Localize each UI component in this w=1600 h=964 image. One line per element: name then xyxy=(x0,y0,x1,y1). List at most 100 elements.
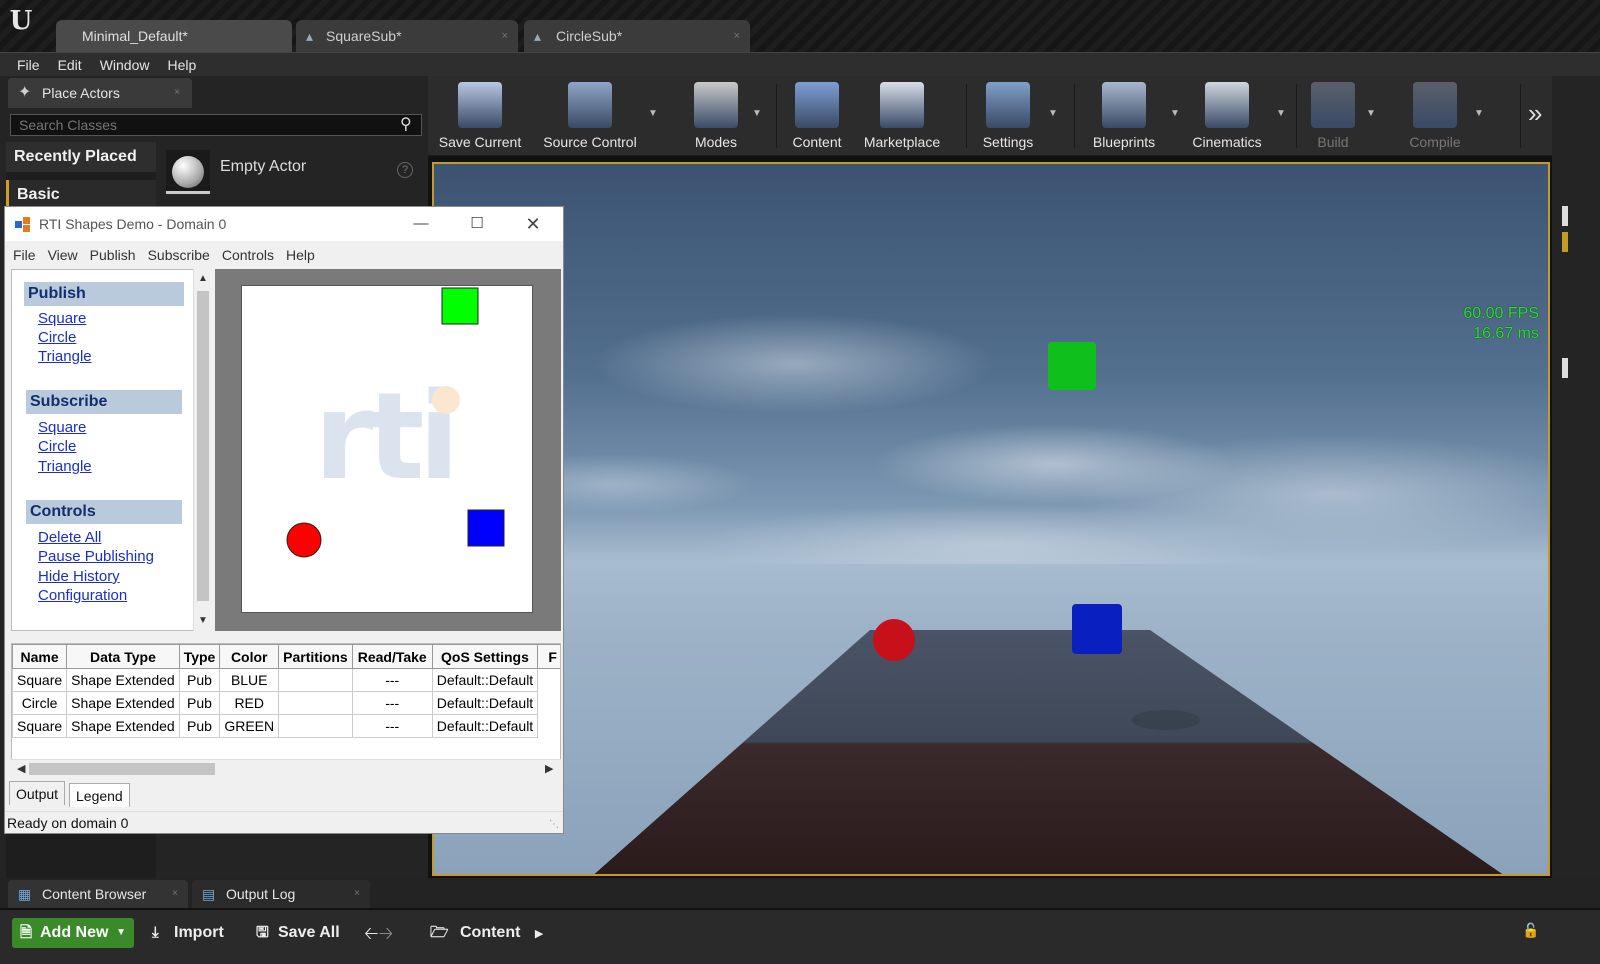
source-control-button[interactable]: Source Control xyxy=(536,78,644,154)
chevron-down-icon[interactable]: ▼ xyxy=(1170,108,1180,119)
path-content-button[interactable]: 🗁 Content ▶ xyxy=(430,918,543,948)
tab-output[interactable]: Output xyxy=(9,781,66,805)
publish-circle-link[interactable]: Circle xyxy=(38,328,76,347)
column-header[interactable]: Color xyxy=(219,644,280,669)
blueprints-button[interactable]: Blueprints xyxy=(1082,78,1166,154)
red-sphere[interactable] xyxy=(873,619,915,661)
table-row[interactable]: Circle Shape Extended Pub RED --- Default::De… xyxy=(12,691,561,715)
subscribe-circle-link[interactable]: Circle xyxy=(38,437,76,456)
configuration-link[interactable]: Configuration xyxy=(38,586,127,605)
tab-circlesub[interactable]: ▴ CircleSub* × xyxy=(524,20,750,52)
tab-squaresub[interactable]: ▴ SquareSub* × xyxy=(296,20,518,52)
toolbar-more-icon[interactable]: » xyxy=(1528,98,1542,129)
level-viewport[interactable]: 60.00 FPS 16.67 ms xyxy=(432,162,1550,876)
chevron-down-icon[interactable]: ▼ xyxy=(648,108,658,119)
scroll-thumb[interactable] xyxy=(29,763,215,775)
modes-button[interactable]: Modes xyxy=(684,78,748,154)
help-icon[interactable]: ? xyxy=(397,162,413,178)
compile-icon xyxy=(1413,82,1457,128)
menu-edit[interactable]: Edit xyxy=(49,53,91,77)
menu-file[interactable]: File xyxy=(7,243,42,267)
scroll-up-icon[interactable]: ▲ xyxy=(194,273,212,284)
shapes-canvas[interactable]: rti xyxy=(241,285,533,613)
resize-grip-icon[interactable]: ⋱ xyxy=(549,819,559,830)
cinematics-button[interactable]: Cinematics xyxy=(1182,78,1272,154)
close-button[interactable]: ✕ xyxy=(513,213,553,235)
menu-publish[interactable]: Publish xyxy=(84,243,142,267)
save-icon: 🖫 xyxy=(256,924,269,941)
toolbar-separator xyxy=(776,84,777,148)
marketplace-button[interactable]: Marketplace xyxy=(856,78,948,154)
add-new-button[interactable]: 🗎 Add New ▼ xyxy=(12,918,134,948)
import-label: Import xyxy=(174,924,224,941)
menu-help[interactable]: Help xyxy=(158,53,205,77)
hide-history-link[interactable]: Hide History xyxy=(38,567,120,586)
close-icon[interactable]: × xyxy=(734,20,740,52)
import-button[interactable]: ⤓ Import xyxy=(152,918,224,948)
tab-content-browser[interactable]: ▦ Content Browser × xyxy=(8,880,188,908)
green-cube[interactable] xyxy=(1048,342,1096,390)
chevron-down-icon[interactable]: ▼ xyxy=(1276,108,1286,119)
build-button[interactable]: Build xyxy=(1304,78,1362,154)
table-row[interactable]: Square Shape Extended Pub GREEN --- Default::… xyxy=(12,714,561,738)
column-header[interactable]: Type xyxy=(178,644,221,669)
table-horizontal-scrollbar[interactable]: ◀ ▶ xyxy=(11,759,561,777)
scroll-left-icon[interactable]: ◀ xyxy=(17,760,25,778)
settings-button[interactable]: Settings xyxy=(972,78,1044,154)
menu-view[interactable]: View xyxy=(42,243,84,267)
column-header[interactable]: F xyxy=(537,644,560,669)
category-recently-placed[interactable]: Recently Placed xyxy=(6,142,156,172)
column-header[interactable]: Name xyxy=(12,644,68,669)
menu-controls[interactable]: Controls xyxy=(216,243,280,267)
tab-minimal-default[interactable]: Minimal_Default* xyxy=(56,20,292,52)
scroll-thumb[interactable] xyxy=(197,291,209,601)
delete-all-link[interactable]: Delete All xyxy=(38,528,101,547)
menu-window[interactable]: Window xyxy=(91,53,159,77)
forward-arrow-icon[interactable]: 🡢 xyxy=(379,923,394,943)
column-header[interactable]: QoS Settings xyxy=(431,644,539,669)
empty-actor-thumbnail[interactable] xyxy=(166,150,210,194)
scroll-right-icon[interactable]: ▶ xyxy=(545,760,553,778)
empty-actor-label[interactable]: Empty Actor xyxy=(220,158,306,176)
pause-publishing-link[interactable]: Pause Publishing xyxy=(38,547,154,566)
column-header[interactable]: Partitions xyxy=(278,644,353,669)
scroll-down-icon[interactable]: ▼ xyxy=(194,615,212,626)
save-all-button[interactable]: 🖫 Save All xyxy=(256,918,340,948)
tab-legend[interactable]: Legend xyxy=(69,783,130,807)
column-header[interactable]: Read/Take xyxy=(351,644,433,669)
history-nav: 🡠🡢 xyxy=(364,918,393,948)
nav-scrollbar[interactable]: ▲ ▼ xyxy=(193,269,211,631)
menu-help[interactable]: Help xyxy=(280,243,321,267)
column-header[interactable]: Data Type xyxy=(66,644,180,669)
blue-cube[interactable] xyxy=(1072,604,1122,654)
content-button[interactable]: Content xyxy=(786,78,848,154)
close-icon[interactable]: × xyxy=(502,20,508,52)
chevron-down-icon[interactable]: ▼ xyxy=(1366,108,1376,119)
tab-place-actors[interactable]: ✦ Place Actors × xyxy=(8,78,192,108)
subscribe-triangle-link[interactable]: Triangle xyxy=(38,457,92,476)
close-icon[interactable]: × xyxy=(174,78,180,108)
publish-triangle-link[interactable]: Triangle xyxy=(38,347,92,366)
lock-icon[interactable]: 🔓 xyxy=(1522,922,1539,939)
tab-output-log[interactable]: ▤ Output Log × xyxy=(192,880,370,908)
chevron-down-icon[interactable]: ▼ xyxy=(752,108,762,119)
panel-marker xyxy=(1562,206,1568,226)
source-control-icon xyxy=(568,82,612,128)
chevron-down-icon[interactable]: ▼ xyxy=(1048,108,1058,119)
table-row[interactable]: Square Shape Extended Pub BLUE --- Default::D… xyxy=(12,668,561,692)
search-classes-input[interactable] xyxy=(10,114,422,136)
window-title-bar: RTI Shapes Demo - Domain 0 — ☐ ✕ xyxy=(5,207,563,241)
minimize-button[interactable]: — xyxy=(401,213,441,235)
compile-button[interactable]: Compile xyxy=(1400,78,1470,154)
chevron-down-icon[interactable]: ▼ xyxy=(1474,108,1484,119)
back-arrow-icon[interactable]: 🡠 xyxy=(364,923,379,943)
close-icon[interactable]: × xyxy=(172,880,178,908)
publish-square-link[interactable]: Square xyxy=(38,309,86,328)
save-current-button[interactable]: Save Current xyxy=(434,78,526,154)
menu-subscribe[interactable]: Subscribe xyxy=(142,243,216,267)
subscribe-square-link[interactable]: Square xyxy=(38,418,86,437)
menu-file[interactable]: File xyxy=(8,53,49,77)
search-icon[interactable]: ⚲ xyxy=(400,114,420,136)
maximize-button[interactable]: ☐ xyxy=(457,213,497,235)
close-icon[interactable]: × xyxy=(354,880,360,908)
